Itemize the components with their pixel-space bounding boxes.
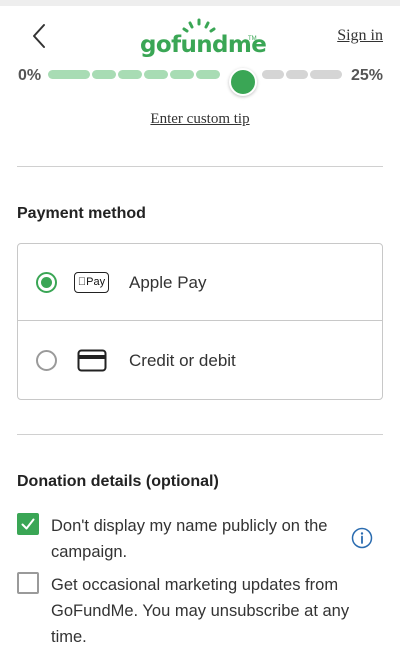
gofundme-logo[interactable]: gofundme TM (140, 18, 267, 62)
info-icon[interactable] (351, 527, 373, 549)
track-segment (170, 70, 194, 79)
tip-slider-handle[interactable] (229, 68, 257, 96)
credit-card-icon (77, 349, 107, 372)
hide-name-text-line: Don't display my name publicly on the (51, 517, 328, 535)
track-segment (262, 70, 284, 79)
donation-details-title: Donation details (optional) (17, 473, 219, 490)
hide-name-option: Don't display my name publicly on the ca… (17, 513, 383, 565)
chevron-left-icon (33, 24, 45, 48)
payment-method-title: Payment method (17, 205, 146, 222)
hide-name-text: Don't display my name publicly on the ca… (51, 513, 327, 565)
tip-slider-track[interactable] (48, 68, 342, 96)
divider (17, 166, 383, 167)
track-segment (310, 70, 342, 79)
back-button[interactable] (28, 22, 52, 50)
apple-pay-label: Apple Pay (129, 273, 207, 292)
payment-options: Pay Apple Pay Credit or debit (17, 243, 383, 400)
marketing-text-line: time. (51, 628, 87, 646)
tip-slider: 0% 25% (0, 64, 400, 96)
track-segment (92, 70, 116, 79)
hide-name-checkbox[interactable] (17, 513, 39, 535)
custom-tip-row: Enter custom tip (0, 111, 400, 128)
tip-max-label: 25% (350, 67, 383, 84)
logo-trademark: TM (248, 36, 257, 42)
apple-pay-icon: Pay (74, 272, 109, 293)
track-segment (48, 70, 90, 79)
credit-card-label: Credit or debit (129, 351, 236, 370)
credit-card-radio[interactable] (36, 350, 57, 371)
checkmark-icon (21, 518, 35, 530)
track-segment (286, 70, 308, 79)
track-segment (196, 70, 220, 79)
marketing-text-line: Get occasional marketing updates from (51, 576, 339, 594)
apple-pay-radio[interactable] (36, 272, 57, 293)
marketing-text-line: GoFundMe. You may unsubscribe at any (51, 602, 350, 620)
sign-in-link[interactable]: Sign in (337, 27, 383, 45)
enter-custom-tip-link[interactable]: Enter custom tip (150, 111, 249, 127)
marketing-option: Get occasional marketing updates from Go… (17, 572, 383, 652)
track-segment (118, 70, 142, 79)
payment-option-apple-pay[interactable]: Pay Apple Pay (18, 244, 382, 321)
track-segment (144, 70, 168, 79)
payment-option-credit-card[interactable]: Credit or debit (18, 322, 382, 399)
marketing-text: Get occasional marketing updates from Go… (51, 572, 349, 650)
header: gofundme TM Sign in (0, 6, 400, 62)
marketing-checkbox[interactable] (17, 572, 39, 594)
divider (17, 434, 383, 435)
tip-min-label: 0% (18, 67, 42, 84)
hide-name-text-line: campaign. (51, 543, 128, 561)
